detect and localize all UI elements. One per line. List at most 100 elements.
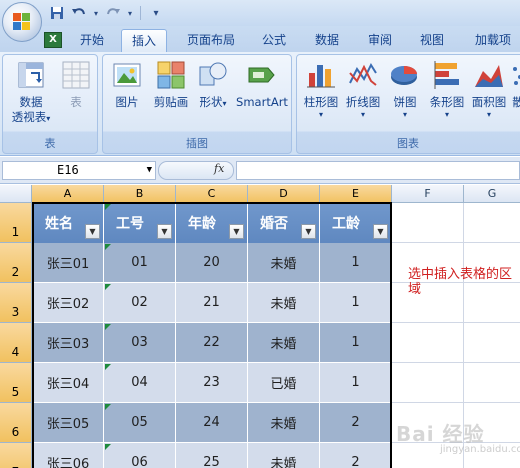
table-cell[interactable]: 06 <box>104 443 176 468</box>
table-cell[interactable]: 20 <box>176 243 248 283</box>
column-header-c[interactable]: C <box>176 185 248 203</box>
tab-view[interactable]: 视图 <box>412 29 452 52</box>
table-cell[interactable]: 张三05 <box>33 403 104 443</box>
customize-icon[interactable]: ▾ <box>147 4 165 22</box>
table-button[interactable]: 表 <box>57 59 95 110</box>
row-header-5[interactable]: 5 <box>0 363 32 403</box>
row-header-3[interactable]: 3 <box>0 283 32 323</box>
table-cell[interactable]: 24 <box>176 403 248 443</box>
filter-dropdown-icon[interactable]: ▼ <box>229 224 244 239</box>
table-cell-text: 03 <box>131 335 148 350</box>
group-label-illustrations: 插图 <box>186 137 208 150</box>
clipart-label: 剪贴画 <box>153 95 189 109</box>
scatter-chart-icon <box>511 59 520 91</box>
name-box-value: E16 <box>57 163 79 177</box>
table-cell[interactable]: 已婚 <box>248 363 320 403</box>
bar-chart-button[interactable]: 条形图 ▾ <box>425 59 469 120</box>
pie-chart-icon <box>389 59 421 91</box>
pivot-table-button[interactable]: 数据 透视表▾ <box>7 59 55 126</box>
undo-dropdown-icon[interactable]: ▾ <box>92 4 100 22</box>
table-cell[interactable]: 2 <box>320 443 392 468</box>
error-indicator-icon <box>105 364 111 370</box>
filter-dropdown-icon[interactable]: ▼ <box>157 224 172 239</box>
table-cell[interactable]: 张三01 <box>33 243 104 283</box>
table-cell[interactable]: 2 <box>320 403 392 443</box>
table-cell[interactable]: 未婚 <box>248 403 320 443</box>
table-cell[interactable]: 未婚 <box>248 283 320 323</box>
tab-data[interactable]: 数据 <box>305 29 349 52</box>
table-cell[interactable]: 23 <box>176 363 248 403</box>
table-cell[interactable]: 1 <box>320 323 392 363</box>
filter-dropdown-icon[interactable]: ▼ <box>373 224 388 239</box>
column-header-a[interactable]: A <box>32 185 104 203</box>
table-cell[interactable]: 1 <box>320 283 392 323</box>
table-cell[interactable]: 25 <box>176 443 248 468</box>
table-cell[interactable]: 02 <box>104 283 176 323</box>
redo-icon[interactable] <box>104 4 122 22</box>
gridline <box>392 242 520 243</box>
column-headers: A B C D E F G <box>0 185 520 203</box>
table-cell[interactable]: 张三03 <box>33 323 104 363</box>
table-header-name: 姓名 ▼ <box>33 203 104 243</box>
row-header-1[interactable]: 1 <box>0 203 32 243</box>
tab-review[interactable]: 审阅 <box>360 29 400 52</box>
office-button[interactable] <box>2 2 42 42</box>
picture-label: 图片 <box>115 95 139 109</box>
formula-input[interactable] <box>236 161 520 180</box>
smartart-button[interactable]: SmartArt <box>233 59 291 110</box>
row-header-7[interactable]: 7 <box>0 443 32 468</box>
table-cell[interactable]: 1 <box>320 363 392 403</box>
picture-button[interactable]: 图片 <box>109 59 145 110</box>
table-cell[interactable]: 1 <box>320 243 392 283</box>
shapes-button[interactable]: 形状▾ <box>195 59 231 111</box>
insert-function-button[interactable]: fx <box>214 162 224 175</box>
table-cell[interactable]: 22 <box>176 323 248 363</box>
name-box[interactable]: E16 ▼ <box>2 161 156 180</box>
bar-chart-label: 条形图 <box>429 95 465 109</box>
undo-icon[interactable] <box>70 4 88 22</box>
tab-addins[interactable]: 加载项 <box>466 29 520 52</box>
group-illustrations: 图片 剪贴画 形状▾ SmartArt 插图 <box>102 54 292 154</box>
table-cell[interactable]: 01 <box>104 243 176 283</box>
line-chart-button[interactable]: 折线图 ▾ <box>343 59 383 120</box>
redo-dropdown-icon[interactable]: ▾ <box>126 4 134 22</box>
error-indicator-icon <box>105 444 111 450</box>
table-cell[interactable]: 张三02 <box>33 283 104 323</box>
table-cell[interactable]: 张三04 <box>33 363 104 403</box>
select-all-corner[interactable] <box>0 185 32 203</box>
column-header-f[interactable]: F <box>392 185 464 203</box>
table-cell[interactable]: 未婚 <box>248 443 320 468</box>
row-header-4[interactable]: 4 <box>0 323 32 363</box>
filter-dropdown-icon[interactable]: ▼ <box>85 224 100 239</box>
table-header-label: 工龄 <box>332 216 360 232</box>
column-header-g[interactable]: G <box>464 185 520 203</box>
column-header-e[interactable]: E <box>320 185 392 203</box>
tab-home[interactable]: 开始 <box>72 29 112 52</box>
row-header-2[interactable]: 2 <box>0 243 32 283</box>
save-icon[interactable] <box>48 4 66 22</box>
line-chart-icon <box>347 59 379 91</box>
row-header-6[interactable]: 6 <box>0 403 32 443</box>
table-cell[interactable]: 未婚 <box>248 323 320 363</box>
column-header-b[interactable]: B <box>104 185 176 203</box>
table-cell[interactable]: 03 <box>104 323 176 363</box>
table-cell[interactable]: 21 <box>176 283 248 323</box>
table-header-label: 姓名 <box>45 216 73 232</box>
area-chart-label: 面积图 <box>471 95 507 109</box>
tab-formulas[interactable]: 公式 <box>254 29 294 52</box>
table-cell[interactable]: 未婚 <box>248 243 320 283</box>
column-header-d[interactable]: D <box>248 185 320 203</box>
table-cell[interactable]: 05 <box>104 403 176 443</box>
area-chart-button[interactable]: 面积图 ▾ <box>469 59 509 120</box>
name-box-dropdown-icon[interactable]: ▼ <box>147 162 152 179</box>
table-cell[interactable]: 张三06 <box>33 443 104 468</box>
scatter-chart-button[interactable]: 散 <box>511 59 520 110</box>
column-chart-button[interactable]: 柱形图 ▾ <box>301 59 341 120</box>
filter-dropdown-icon[interactable]: ▼ <box>301 224 316 239</box>
clipart-button[interactable]: 剪贴画 <box>149 59 193 110</box>
table-cell[interactable]: 04 <box>104 363 176 403</box>
tab-page-layout[interactable]: 页面布局 <box>176 29 246 52</box>
pie-chart-button[interactable]: 饼图 ▾ <box>387 59 423 120</box>
error-indicator-icon <box>105 204 111 210</box>
tab-insert[interactable]: 插入 <box>121 29 167 52</box>
